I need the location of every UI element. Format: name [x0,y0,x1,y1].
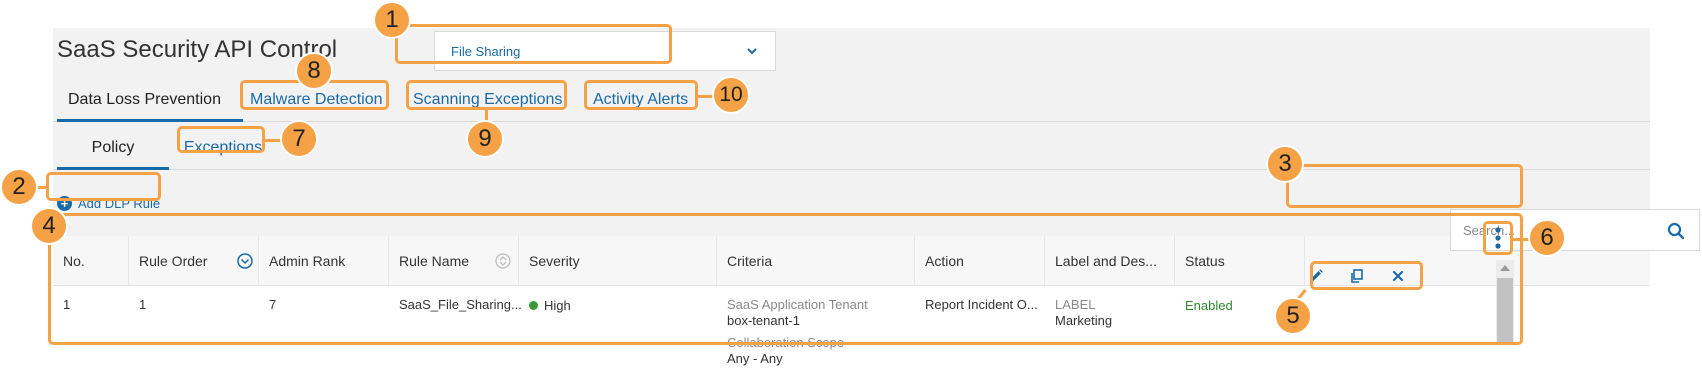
chevron-down-icon [747,48,757,55]
callout-box [46,172,161,201]
callout-badge: 9 [466,120,504,158]
callout-badge: 1 [373,1,411,39]
callout-badge: 4 [30,207,68,245]
callout-box [1310,261,1423,290]
header: SaaS Security API Control File Sharing [53,28,1650,73]
tab-data-loss-prevention[interactable]: Data Loss Prevention [57,80,243,122]
callout-badge: 7 [280,120,318,158]
callout-box [584,80,698,110]
callout-badge: 6 [1528,219,1566,257]
callout-badge: 10 [712,76,750,114]
search-icon[interactable] [1667,222,1685,240]
callout-badge: 8 [295,52,333,90]
callout-badge: 2 [0,168,38,206]
callout-connector [1513,238,1529,241]
callout-badge: 5 [1274,297,1312,335]
callout-box [1483,221,1513,255]
callout-box [1286,164,1523,208]
callout-box [177,126,265,153]
tab-policy[interactable]: Policy [57,128,169,170]
callout-box [395,24,672,64]
criteria-value: Any - Any [727,351,783,366]
callout-box [406,80,567,110]
page-title: SaaS Security API Control [57,36,338,63]
callout-badge: 3 [1266,145,1304,183]
